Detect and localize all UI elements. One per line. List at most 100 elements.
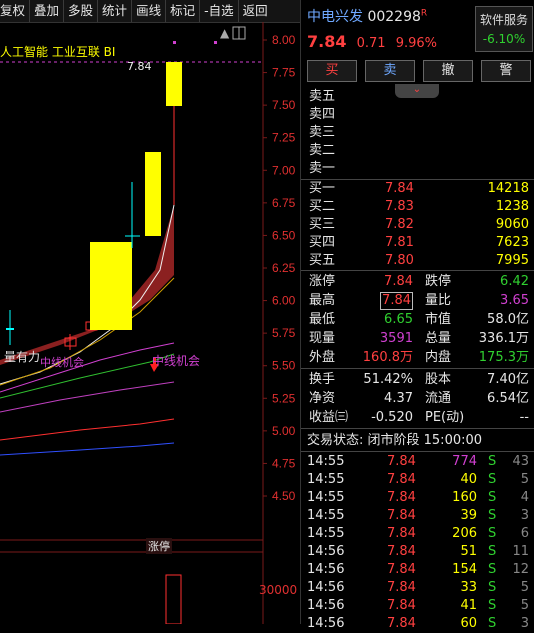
cancel-button[interactable]: 撤	[423, 60, 473, 82]
toolbar-button-overlay[interactable]: 叠加	[30, 0, 65, 22]
sector-pct: -6.10%	[482, 32, 526, 46]
tick-row: 14:56 7.84 41 S 5	[301, 597, 534, 615]
toolbar-button-restore-rights[interactable]: 复权	[0, 0, 31, 22]
toolbar-button-watchlist[interactable]: -自选	[200, 0, 239, 22]
price-tick-label: 6.50	[272, 228, 296, 242]
trade-status: 交易状态: 闭市阶段 15:00:00	[307, 433, 483, 448]
buy-level-price: 7.80	[385, 253, 414, 268]
tick-volume: 51	[460, 544, 477, 559]
sell-level-row: 卖二	[301, 142, 534, 160]
tick-volume: 40	[460, 472, 477, 487]
price-tick-label: 7.00	[272, 163, 296, 177]
fundamental-row: 净资 4.37 流通 6.54亿	[301, 390, 534, 408]
price-tick-label: 8.00	[272, 33, 296, 47]
sell-level-label: 卖四	[309, 107, 336, 122]
sell-level-label: 卖二	[309, 143, 336, 158]
stat-row: 现量 3591 总量 336.1万	[301, 330, 534, 348]
toolbar-button-draw-line[interactable]: 画线	[132, 0, 167, 22]
buy-button[interactable]: 买	[307, 60, 357, 82]
price-tick-label: 7.75	[272, 66, 296, 80]
buy-level-label: 买一	[309, 181, 336, 196]
fundamental-row: 换手 51.42% 股本 7.40亿	[301, 371, 534, 389]
stat-value: 175.3万	[478, 350, 529, 365]
fundamental-value: 7.40亿	[487, 372, 529, 387]
kline-chart[interactable]: 8.00 7.75 7.50 7.25 7.00 6.75 6.50 6.25 6.00 5.75…	[0, 22, 300, 624]
tick-volume: 60	[460, 616, 477, 631]
current-price: 7.84	[307, 32, 347, 51]
price-tick-label: 4.75	[272, 456, 296, 470]
toolbar-button-statistics[interactable]: 统计	[98, 0, 133, 22]
sector-box[interactable]: 软件服务 -6.10%	[475, 6, 533, 52]
tick-side: S	[488, 580, 497, 595]
buy-level-label: 买四	[309, 235, 336, 250]
buy-level-label: 买五	[309, 253, 336, 268]
buy-level-label: 买二	[309, 199, 336, 214]
candle	[166, 62, 182, 106]
tick-row: 14:56 7.84 154 S 12	[301, 561, 534, 579]
sell-level-row: 卖四	[301, 106, 534, 124]
tick-row: 14:56 7.84 60 S 3	[301, 615, 534, 633]
sell-button[interactable]: 卖	[365, 60, 415, 82]
stat-label: 内盘	[425, 350, 452, 365]
tick-row: 14:56 7.84 51 S 11	[301, 543, 534, 561]
fundamental-label: 流通	[425, 391, 452, 406]
stat-value: 336.1万	[478, 331, 529, 346]
buy-level-row: 买一 7.84 14218	[301, 180, 534, 198]
buy-level-row: 买五 7.80 7995	[301, 252, 534, 270]
stat-value: 58.0亿	[487, 312, 529, 327]
stat-value: 3591	[379, 331, 413, 346]
fundamental-value: 4.37	[384, 391, 413, 406]
toolbar-button-back[interactable]: 返回	[239, 0, 272, 22]
stat-label: 外盘	[309, 350, 336, 365]
price-tick-label: 5.75	[272, 326, 296, 340]
price-change-pct: 9.96%	[395, 36, 438, 51]
chart-toolbar: 复权 叠加 多股 统计 画线 标记 -自选 返回	[0, 0, 300, 23]
tick-count: 6	[520, 526, 529, 541]
stat-label: 涨停	[309, 274, 336, 289]
buy-level-volume: 7623	[495, 235, 529, 250]
buy-level-volume: 7995	[495, 253, 529, 268]
buy-level-row: 买二 7.83 1238	[301, 198, 534, 216]
buy-level-price: 7.82	[385, 217, 414, 232]
tick-count: 5	[520, 472, 529, 487]
tick-price: 7.84	[387, 490, 416, 505]
sell-level-label: 卖三	[309, 125, 336, 140]
tick-price: 7.84	[387, 472, 416, 487]
fundamental-label: 股本	[425, 372, 452, 387]
fundamentals-divider	[301, 368, 534, 369]
volume-bar	[165, 574, 182, 624]
stat-row: 涨停 7.84 跌停 6.42	[301, 273, 534, 291]
stock-terminal: 复权 叠加 多股 统计 画线 标记 -自选 返回 8.00 7.75 7.50 …	[0, 0, 534, 631]
scroll-up-icon[interactable]: ▲	[220, 26, 229, 40]
fundamental-label: 净资	[309, 391, 336, 406]
high-price-callout: 7.84	[127, 60, 152, 73]
stock-header: 中电兴发 002298R	[307, 6, 427, 26]
toolbar-button-multi-stock[interactable]: 多股	[64, 0, 99, 22]
tick-count: 3	[520, 508, 529, 523]
fundamental-row: 收益㈢ -0.520 PE(动) --	[301, 409, 534, 427]
tick-count: 3	[520, 616, 529, 631]
stat-row: 外盘 160.8万 内盘 175.3万	[301, 349, 534, 367]
tick-time: 14:55	[307, 472, 345, 487]
tick-side: S	[488, 616, 497, 631]
sell-level-row: 卖五	[301, 88, 534, 106]
toolbar-button-mark[interactable]: 标记	[166, 0, 201, 22]
price-tick-label: 4.50	[272, 489, 296, 503]
tick-side: S	[488, 454, 497, 469]
buy-level-volume: 14218	[487, 181, 529, 196]
buy-level-price: 7.81	[385, 235, 414, 250]
tick-count: 43	[512, 454, 529, 469]
tick-volume: 33	[460, 580, 477, 595]
alert-button[interactable]: 警	[481, 60, 531, 82]
stats-divider	[301, 270, 534, 271]
stat-label: 市值	[425, 312, 452, 327]
stock-badge: R	[420, 8, 428, 19]
buy-level-price: 7.84	[385, 181, 414, 196]
price-axis: 8.00 7.75 7.50 7.25 7.00 6.75 6.50 6.25 6.00 5.75…	[263, 33, 296, 503]
status-divider	[301, 428, 534, 429]
tick-side: S	[488, 490, 497, 505]
tick-row: 14:55 7.84 206 S 6	[301, 525, 534, 543]
tick-row: 14:55 7.84 39 S 3	[301, 507, 534, 525]
tick-row: 14:56 7.84 33 S 5	[301, 579, 534, 597]
price-change: 0.71	[356, 36, 386, 51]
